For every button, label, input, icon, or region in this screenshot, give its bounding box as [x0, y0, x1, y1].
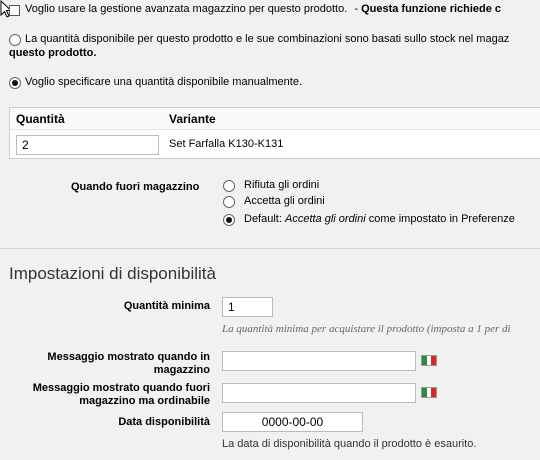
msg-in-stock-label-line2: magazzino — [153, 364, 210, 376]
radio-default-orders[interactable] — [223, 214, 235, 226]
quantity-input[interactable] — [16, 135, 159, 155]
advanced-stock-label: Voglio usare la gestione avanzata magazz… — [25, 3, 348, 15]
msg-in-stock-label: Messaggio mostrato quando in magazzino — [10, 351, 210, 377]
italy-flag-icon[interactable] — [421, 387, 437, 398]
out-of-stock-label: Quando fuori magazzino — [71, 181, 200, 193]
msg-out-stock-label: Messaggio mostrato quando fuori magazzin… — [10, 382, 210, 408]
radio-deny-orders[interactable] — [223, 180, 235, 192]
msg-in-stock-label-line1: Messaggio mostrato quando in — [47, 351, 210, 363]
availability-date-label: Data disponibilità — [118, 416, 210, 428]
default-value: Accetta gli ordini — [284, 213, 366, 225]
radio-stock-based-label: La quantità disponibile per questo prodo… — [25, 33, 510, 45]
variant-name: Set Farfalla K130-K131 — [169, 138, 284, 150]
section-divider — [0, 248, 540, 249]
min-quantity-input[interactable] — [222, 297, 273, 317]
default-suffix: come impostato in Preferenze — [368, 213, 515, 225]
availability-date-hint: La data di disponibilità quando il prodo… — [222, 438, 477, 450]
msg-out-stock-label-line1: Messaggio mostrato quando fuori — [32, 382, 210, 394]
quantity-table-header: Quantità Variante — [10, 108, 540, 130]
min-quantity-hint: La quantità minima per acquistare il pro… — [222, 323, 511, 335]
radio-accept-orders[interactable] — [223, 196, 235, 208]
radio-manual-quantity[interactable] — [9, 77, 21, 89]
radio-stock-based-label-cont: questo prodotto. — [9, 47, 97, 59]
radio-stock-based[interactable] — [9, 34, 21, 46]
radio-accept-orders-label: Accetta gli ordini — [244, 195, 325, 207]
availability-date-input[interactable] — [222, 412, 363, 432]
msg-in-stock-input[interactable] — [222, 351, 416, 371]
advanced-stock-notice: Questa funzione richiede c — [361, 3, 502, 15]
radio-default-orders-label: Default: Accetta gli ordini come imposta… — [244, 213, 515, 225]
min-quantity-label: Quantità minima — [123, 300, 210, 312]
italy-flag-icon[interactable] — [421, 355, 437, 366]
msg-out-stock-label-line2: magazzino ma ordinabile — [79, 395, 210, 407]
default-prefix: Default: — [244, 213, 282, 225]
availability-section-title: Impostazioni di disponibilità — [9, 264, 216, 283]
advanced-stock-separator: - — [354, 3, 359, 15]
radio-deny-orders-label: Rifiuta gli ordini — [244, 179, 320, 191]
advanced-stock-checkbox[interactable] — [9, 5, 20, 16]
radio-manual-quantity-label: Voglio specificare una quantità disponib… — [25, 76, 303, 88]
column-header-quantity: Quantità — [16, 112, 65, 126]
quantity-table: Quantità Variante Set Farfalla K130-K131 — [9, 107, 540, 159]
column-header-variant: Variante — [169, 112, 216, 126]
msg-out-stock-input[interactable] — [222, 383, 416, 403]
